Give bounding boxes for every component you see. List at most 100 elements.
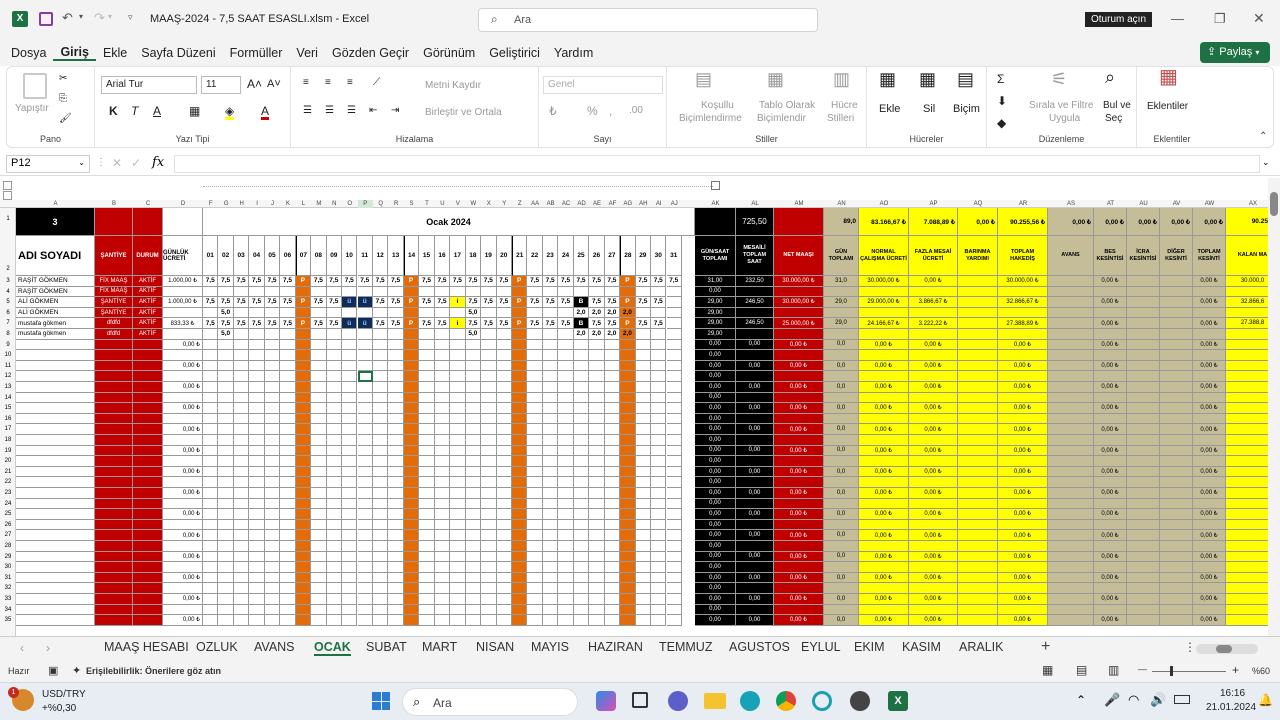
day-cell[interactable] [372, 424, 389, 435]
day-cell[interactable]: 2,0 [604, 307, 621, 319]
day-header[interactable]: 02 [218, 236, 234, 276]
day-cell[interactable] [249, 286, 265, 298]
empty-cell[interactable] [133, 382, 163, 393]
day-cell[interactable] [604, 594, 621, 605]
row-header[interactable]: 3 [0, 276, 16, 287]
day-cell[interactable] [295, 286, 312, 298]
day-cell[interactable] [311, 382, 327, 393]
value-cell[interactable]: 0,00 ₺ [774, 466, 824, 478]
column-header[interactable]: G [218, 200, 233, 208]
day-cell[interactable] [573, 477, 590, 488]
add-sheet-icon[interactable]: + [1041, 638, 1050, 656]
column-title[interactable]: AVANS [1048, 236, 1094, 276]
value-cell[interactable]: 0,00 [695, 488, 736, 499]
value-cell[interactable] [998, 498, 1048, 510]
day-cell[interactable] [558, 604, 574, 616]
day-cell[interactable] [465, 445, 482, 457]
day-cell[interactable] [388, 551, 404, 563]
day-cell[interactable] [589, 541, 605, 552]
day-cell[interactable] [372, 456, 389, 467]
day-cell[interactable] [233, 413, 250, 425]
day-cell[interactable] [651, 413, 667, 425]
day-cell[interactable] [496, 435, 512, 446]
day-cell[interactable] [666, 477, 682, 488]
day-cell[interactable] [357, 498, 373, 510]
day-cell[interactable] [311, 583, 327, 594]
day-cell[interactable] [372, 350, 389, 361]
sheet-tab[interactable]: KASIM [902, 640, 941, 654]
day-cell[interactable] [635, 615, 652, 626]
day-cell[interactable] [666, 286, 682, 298]
page-layout-icon[interactable]: ▤ [1076, 663, 1087, 677]
day-cell[interactable] [651, 403, 667, 414]
day-cell[interactable] [481, 392, 497, 404]
day-cell[interactable] [419, 371, 435, 382]
day-cell[interactable] [589, 477, 605, 488]
day-cell[interactable] [311, 286, 327, 298]
value-cell[interactable] [1048, 498, 1094, 510]
copy-icon[interactable]: ⎘ [59, 93, 67, 105]
day-cell[interactable] [203, 392, 219, 404]
day-cell[interactable] [249, 509, 265, 520]
value-cell[interactable] [1127, 329, 1160, 340]
day-cell[interactable]: 7,5 [419, 297, 435, 308]
value-cell[interactable] [1048, 413, 1094, 425]
day-cell[interactable] [203, 604, 219, 616]
day-cell[interactable] [311, 604, 327, 616]
empty-cell[interactable] [16, 413, 95, 425]
empty-cell[interactable] [16, 541, 95, 552]
day-cell[interactable] [620, 371, 636, 382]
daily-wage[interactable]: 0,00 ₺ [163, 509, 203, 520]
day-cell[interactable] [280, 382, 296, 393]
value-cell[interactable] [1160, 318, 1193, 329]
daily-wage[interactable]: 0,00 ₺ [163, 466, 203, 478]
day-cell[interactable] [203, 360, 219, 372]
day-cell[interactable]: 7,5 [264, 318, 281, 329]
day-cell[interactable] [512, 541, 528, 552]
collapse-group-button[interactable] [711, 181, 720, 190]
day-cell[interactable] [249, 594, 265, 605]
day-cell[interactable] [419, 435, 435, 446]
day-cell[interactable] [357, 551, 373, 563]
day-cell[interactable] [558, 615, 574, 626]
day-cell[interactable] [311, 477, 327, 488]
day-cell[interactable] [342, 583, 358, 594]
day-cell[interactable] [357, 403, 373, 414]
value-cell[interactable] [998, 519, 1048, 531]
day-cell[interactable] [311, 339, 327, 351]
day-cell[interactable] [419, 424, 435, 435]
value-cell[interactable]: 29,00 [695, 329, 736, 340]
value-cell[interactable] [958, 583, 998, 594]
conditional-format-label-2[interactable]: Biçimlendirme [679, 113, 742, 125]
value-cell[interactable] [1193, 604, 1226, 616]
value-cell[interactable] [1048, 329, 1094, 340]
value-cell[interactable] [998, 477, 1048, 488]
day-cell[interactable] [651, 583, 667, 594]
day-cell[interactable] [342, 424, 358, 435]
value-cell[interactable]: 0,00 ₺ [1193, 615, 1226, 626]
day-cell[interactable] [388, 519, 404, 531]
value-cell[interactable]: 0,00 ₺ [998, 403, 1048, 414]
empty-cell[interactable] [16, 371, 95, 382]
value-cell[interactable] [736, 307, 774, 319]
scroll-up-icon[interactable] [1268, 180, 1280, 188]
day-cell[interactable] [403, 477, 420, 488]
total-cell[interactable]: 0,00 ₺ [958, 208, 998, 236]
day-cell[interactable] [620, 477, 636, 488]
value-cell[interactable]: 29,0 [824, 297, 859, 308]
day-cell[interactable] [280, 307, 296, 319]
value-cell[interactable] [1048, 604, 1094, 616]
value-cell[interactable] [859, 371, 909, 382]
day-cell[interactable] [264, 435, 281, 446]
value-cell[interactable] [774, 604, 824, 616]
tab-giris[interactable]: Giriş [53, 45, 96, 61]
conditional-format-label-1[interactable]: Koşullu [701, 100, 734, 112]
day-cell[interactable] [249, 382, 265, 393]
value-cell[interactable] [1127, 360, 1160, 372]
day-cell[interactable] [403, 519, 420, 531]
day-cell[interactable] [295, 604, 312, 616]
day-cell[interactable] [527, 413, 543, 425]
value-cell[interactable]: 0,0 [824, 339, 859, 351]
day-header[interactable]: 08 [311, 236, 327, 276]
value-cell[interactable] [736, 329, 774, 340]
